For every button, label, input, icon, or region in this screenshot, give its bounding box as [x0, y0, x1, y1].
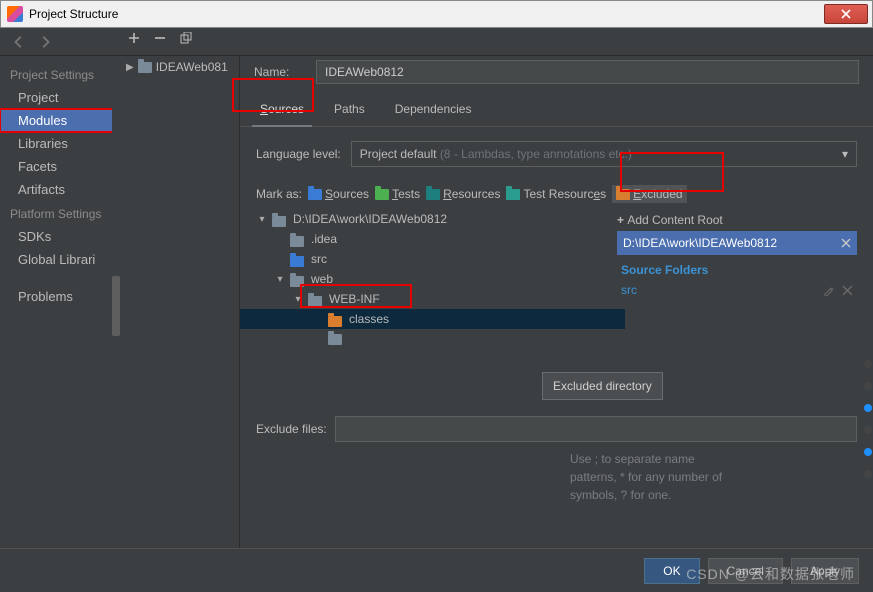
chevron-down-icon[interactable]: ▾ [292, 294, 304, 305]
title-bar: Project Structure [0, 0, 873, 28]
exclude-files-hint: Use ; to separate name patterns, * for a… [240, 446, 760, 504]
sidebar-item-artifacts[interactable]: Artifacts [0, 178, 119, 201]
close-icon[interactable] [841, 238, 851, 248]
remove-module-icon[interactable] [154, 32, 166, 44]
chevron-down-icon: ▾ [842, 147, 848, 161]
cancel-button[interactable]: Cancel [708, 558, 783, 584]
sidebar-scrollbar[interactable] [112, 56, 120, 548]
name-label: Name: [254, 65, 302, 79]
add-module-icon[interactable] [128, 32, 140, 44]
tree-node-src[interactable]: src [256, 249, 609, 269]
window-title: Project Structure [29, 7, 118, 21]
chevron-down-icon[interactable]: ▾ [274, 274, 286, 285]
sidebar-item-libraries[interactable]: Libraries [0, 132, 119, 155]
exclude-files-input[interactable] [335, 416, 857, 442]
sidebar-heading: Project Settings [0, 62, 119, 86]
tree-node-idea[interactable]: .idea [256, 229, 609, 249]
tab-dependencies[interactable]: Dependencies [393, 94, 474, 126]
close-button[interactable] [824, 4, 868, 24]
copy-module-icon[interactable] [180, 32, 192, 44]
module-name: IDEAWeb081 [156, 60, 228, 74]
tooltip: Excluded directory [542, 372, 663, 400]
chevron-down-icon[interactable]: ▾ [256, 214, 268, 225]
mark-test-resources[interactable]: Test Resources [506, 187, 606, 201]
content-tree: ▾D:\IDEA\work\IDEAWeb0812 .idea src ▾web… [256, 209, 609, 346]
add-content-root[interactable]: + Add Content Root [617, 209, 857, 231]
mark-as-row: Mark as: Sources Tests Resources Test Re… [240, 175, 873, 209]
back-icon[interactable] [12, 35, 26, 49]
module-name-input[interactable] [316, 60, 859, 84]
sidebar-item-project[interactable]: Project [0, 86, 119, 109]
source-folder-row: src [617, 281, 857, 299]
edit-icon[interactable] [823, 285, 834, 296]
side-strip [862, 360, 873, 478]
ok-button[interactable]: OK [644, 558, 699, 584]
mark-resources[interactable]: Resources [426, 187, 500, 201]
tab-paths[interactable]: Paths [332, 94, 367, 126]
mark-excluded[interactable]: Excluded [612, 185, 686, 203]
tab-sources[interactable]: Sources [258, 94, 306, 126]
mark-as-label: Mark as: [256, 187, 302, 201]
tree-node-classes[interactable]: classes [240, 309, 625, 329]
sidebar-item-facets[interactable]: Facets [0, 155, 119, 178]
tree-node-empty[interactable] [256, 329, 609, 346]
tree-node-web[interactable]: ▾web [256, 269, 609, 289]
settings-sidebar: Project Settings Project Modules Librari… [0, 56, 120, 548]
mark-sources[interactable]: Sources [308, 187, 369, 201]
language-level-select[interactable]: Project default (8 - Lambdas, type annot… [351, 141, 857, 167]
module-editor: Name: Sources Paths Dependencies Languag… [240, 56, 873, 548]
sidebar-item-sdks[interactable]: SDKs [0, 225, 119, 248]
content-roots-panel: + Add Content Root D:\IDEA\work\IDEAWeb0… [617, 209, 857, 346]
source-folders-heading: Source Folders [617, 255, 857, 281]
app-icon [7, 6, 23, 22]
dialog-buttons: OK Cancel Apply [0, 548, 873, 592]
sidebar-item-modules[interactable]: Modules [0, 109, 119, 132]
tree-root[interactable]: ▾D:\IDEA\work\IDEAWeb0812 [256, 209, 609, 229]
sidebar-item-problems[interactable]: Problems [0, 285, 119, 308]
language-level-label: Language level: [256, 147, 341, 161]
module-node[interactable]: ▶ IDEAWeb081 [120, 56, 239, 78]
apply-button[interactable]: Apply [791, 558, 859, 584]
sidebar-heading: Platform Settings [0, 201, 119, 225]
module-list: ▶ IDEAWeb081 [120, 56, 240, 548]
folder-icon [138, 62, 152, 73]
chevron-right-icon[interactable]: ▶ [126, 62, 134, 73]
exclude-files-label: Exclude files: [256, 422, 327, 436]
content-root-path[interactable]: D:\IDEA\work\IDEAWeb0812 [617, 231, 857, 255]
tree-node-webinf[interactable]: ▾WEB-INF [256, 289, 609, 309]
close-icon[interactable] [842, 285, 853, 296]
mark-tests[interactable]: Tests [375, 187, 420, 201]
module-tabs: Sources Paths Dependencies [240, 94, 873, 127]
sidebar-item-global-libraries[interactable]: Global Librari [0, 248, 119, 271]
source-folder-src[interactable]: src [621, 283, 637, 297]
forward-icon[interactable] [38, 35, 52, 49]
toolbar [0, 28, 873, 56]
